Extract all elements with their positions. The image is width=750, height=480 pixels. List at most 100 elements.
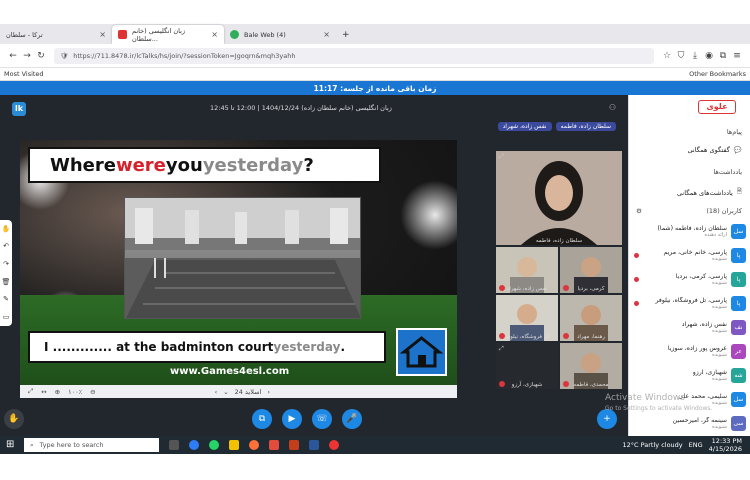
search-placeholder: Type here to search (39, 441, 104, 449)
other-bookmarks-link[interactable]: Other Bookmarks (689, 70, 746, 78)
user-row[interactable]: عر عروس پور زاده، سوزیا شنونده (634, 339, 746, 363)
messages-section-title: پیام‌ها (726, 128, 742, 136)
media-player-icon[interactable] (329, 440, 339, 450)
screen-share-button[interactable]: ⧉ (252, 409, 272, 429)
shared-notes-label: یادداشت‌های همگانی (677, 188, 733, 197)
user-row[interactable]: پا پارسی، خانم خانی، مریم شنونده (634, 243, 746, 267)
microphone-button[interactable]: 🎤 (342, 409, 362, 429)
forward-icon[interactable]: → (20, 51, 34, 61)
video-tile[interactable]: کرمی، بردیا (560, 247, 622, 293)
camera-button[interactable]: ▶ (282, 409, 302, 429)
task-view-icon[interactable] (169, 440, 179, 450)
main-video-tile[interactable]: ⤢ سلطان زاده، فاطمه (496, 151, 622, 245)
expand-icon[interactable]: ⤢ (499, 153, 504, 161)
user-role: شنونده (712, 423, 727, 430)
back-icon[interactable]: ← (6, 51, 20, 61)
firefox-icon[interactable] (249, 440, 259, 450)
weather-text[interactable]: 12°C Partly cloudy (623, 441, 683, 449)
zoom-level: ۱۰۰٪ (68, 387, 83, 396)
video-tile[interactable]: محمدی، فاطمه (560, 343, 622, 389)
star-icon[interactable]: ☆ (660, 51, 674, 61)
download-icon[interactable]: ⤓ (688, 51, 702, 61)
menu-icon[interactable]: ≡ (730, 51, 744, 61)
swimming-pool-photo (124, 197, 361, 319)
whiteboard-icon[interactable]: ▭ (3, 313, 10, 321)
new-tab-button[interactable]: + (336, 25, 356, 44)
video-tile[interactable]: رهنما، مهراد (560, 295, 622, 341)
prev-slide-icon[interactable]: › (215, 388, 218, 396)
user-icon[interactable]: ⚇ (609, 103, 616, 112)
chevron-down-icon[interactable]: ⌄ (223, 388, 228, 396)
language-indicator[interactable]: ENG (689, 441, 703, 449)
slide-source-url: www.Games4esl.com (170, 366, 290, 377)
title-text: Where (50, 154, 116, 176)
close-icon[interactable]: × (211, 30, 218, 39)
url-bar[interactable]: 🛡 https://711.8478.ir/lcTalks/hs/join/?s… (54, 47, 654, 64)
most-visited-link[interactable]: Most Visited (4, 70, 44, 78)
browser-tab[interactable]: ترکا - سلطان × (0, 25, 112, 44)
user-name: پارسی، تل فروشگاه، نیلوفر (655, 296, 727, 304)
user-row[interactable]: پا پارسی، تل فروشگاه، نیلوفر شنونده (634, 291, 746, 315)
clock-date: 4/15/2026 (708, 445, 742, 453)
audio-button[interactable]: ☏ (312, 409, 332, 429)
next-slide-icon[interactable]: ‹ (267, 388, 270, 396)
user-row[interactable]: نف نفس زاده، شهراد شنونده (634, 315, 746, 339)
clock[interactable]: 12:33 PM 4/15/2026 (709, 437, 742, 453)
hand-icon[interactable]: ✋ (2, 225, 11, 233)
avatar: سی (731, 415, 746, 431)
zoom-out-icon[interactable]: ⊖ (90, 388, 95, 396)
note-icon: 🗎 (736, 187, 742, 195)
shared-notes-item[interactable]: 🗎 یادداشت‌های همگانی (636, 187, 742, 198)
trash-icon[interactable]: 🗑 (2, 278, 11, 286)
bookmarks-bar: Most Visited Other Bookmarks (0, 68, 750, 81)
gear-icon[interactable]: ⚙ (636, 207, 642, 215)
user-role: ارائه دهنده (704, 231, 727, 238)
redo-icon[interactable]: ↷ (3, 260, 9, 268)
avatar: پا (731, 247, 746, 263)
presentation-slide: Where were you yesterday? I ............… (20, 140, 457, 385)
user-row[interactable]: سل سلطان زاده، فاطمه (شما) ارائه دهنده (634, 219, 746, 243)
video-label: نفس زاده، شهراد (506, 286, 548, 292)
whatsapp-icon[interactable] (209, 440, 219, 450)
file-explorer-icon[interactable] (229, 440, 239, 450)
video-tile[interactable]: ⤢ شهبازی، آرزو (496, 343, 558, 389)
undo-icon[interactable]: ↶ (3, 242, 9, 250)
video-tile[interactable]: تل فروشگاه، نیلوفر (496, 295, 558, 341)
extensions-icon[interactable]: ⧉ (716, 51, 730, 61)
avatar: سل (731, 223, 746, 239)
close-icon[interactable]: × (99, 30, 106, 39)
browser-tab[interactable]: Bale Web (4) × (224, 25, 336, 44)
app-icon[interactable] (269, 440, 279, 450)
chrome-icon[interactable] (189, 440, 199, 450)
user-row[interactable]: سی سینمه گر، امیرحسین شنونده (634, 411, 746, 435)
powerpoint-icon[interactable] (289, 440, 299, 450)
mic-off-icon (634, 276, 639, 282)
word-icon[interactable] (309, 440, 319, 450)
fit-width-icon[interactable]: ↔ (41, 388, 46, 396)
taskbar-search[interactable]: ⌕ Type here to search (24, 438, 159, 452)
tab-label: Bale Web (4) (244, 30, 286, 39)
reload-icon[interactable]: ↻ (34, 51, 48, 61)
video-label: رهنما، مهراد (576, 334, 606, 340)
video-tile[interactable]: نفس زاده، شهراد (496, 247, 558, 293)
page-select[interactable]: اسلاید 24 (235, 388, 262, 396)
fullscreen-icon[interactable]: ⤢ (28, 387, 33, 396)
close-icon[interactable]: × (323, 30, 330, 39)
pencil-icon[interactable]: ✎ (3, 295, 9, 303)
user-row[interactable]: شه شهبازی، آرزو شنونده (634, 363, 746, 387)
title-time-word: yesterday (202, 154, 304, 176)
group-chat-item[interactable]: 💬 گفتگوی همگانی (636, 146, 742, 154)
slide-title: Where were you yesterday? (28, 147, 381, 183)
slide-sentence: I ............. at the badminton court y… (28, 331, 386, 363)
stadium-light (400, 180, 457, 250)
account-icon[interactable]: ◉ (702, 51, 716, 61)
home-button[interactable] (396, 328, 447, 376)
windows-start-icon[interactable]: ⊞ (6, 439, 14, 450)
user-row[interactable]: پا پارسی، کرمی، بردیا شنونده (634, 267, 746, 291)
raise-hand-button[interactable]: ✋ (4, 409, 24, 429)
shield-icon[interactable]: ⛉ (674, 51, 688, 61)
zoom-in-icon[interactable]: ⊕ (55, 388, 60, 396)
expand-icon[interactable]: ⤢ (499, 345, 504, 353)
add-button[interactable]: + (597, 409, 617, 429)
browser-tab-active[interactable]: زبان انگلیسی (خانم سلطان... × (112, 25, 224, 44)
